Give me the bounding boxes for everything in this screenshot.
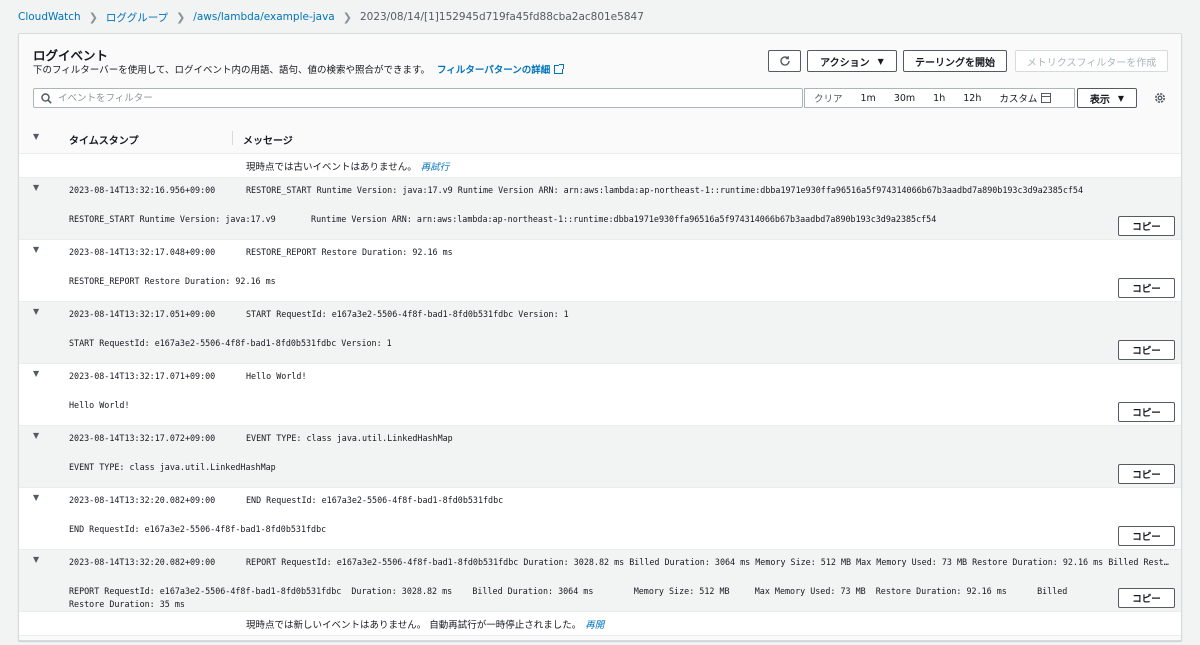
range-12h[interactable]: 12h xyxy=(954,93,990,104)
older-events-notice-text: 現時点では古いイベントはありません。 再試行 xyxy=(246,159,449,173)
column-divider xyxy=(232,131,233,145)
older-events-text: 現時点では古いイベントはありません。 xyxy=(246,162,417,173)
caret-down-icon: ▼ xyxy=(1117,93,1125,103)
table-row[interactable]: ▼ 2023-08-14T13:32:20.082+09:00 END Requ… xyxy=(19,488,1181,550)
actions-button[interactable]: アクション ▼ xyxy=(807,50,897,72)
log-events-panel: ログイベント 下のフィルターバーを使用して、ログイベント内の用語、語句、値の検索… xyxy=(18,33,1182,641)
filter-pattern-link-label: フィルターパターンの詳細 xyxy=(437,65,551,76)
row-timestamp: 2023-08-14T13:32:17.071+09:00 xyxy=(69,371,216,381)
table-row[interactable]: ▼ 2023-08-14T13:32:17.048+09:00 RESTORE_… xyxy=(19,240,1181,302)
create-metric-filter-label: メトリクスフィルターを作成 xyxy=(1026,57,1157,69)
collapse-triangle-icon[interactable]: ▼ xyxy=(33,493,39,502)
refresh-icon xyxy=(779,56,790,66)
range-custom[interactable]: カスタム xyxy=(990,91,1060,105)
copy-button[interactable]: コピー xyxy=(1118,526,1175,546)
breadcrumb-log-group[interactable]: /aws/lambda/example-java xyxy=(193,11,334,23)
row-message: Hello World! xyxy=(246,371,307,381)
display-button[interactable]: 表示 ▼ xyxy=(1077,88,1137,108)
copy-button[interactable]: コピー xyxy=(1118,588,1175,608)
caret-down-icon: ▼ xyxy=(877,56,884,66)
row-message: END RequestId: e167a3e2-5506-4f8f-bad1-8… xyxy=(246,495,504,505)
range-1m[interactable]: 1m xyxy=(852,93,885,104)
copy-button[interactable]: コピー xyxy=(1118,340,1175,360)
breadcrumb-current: 2023/08/14/[1]152945d719fa45fd88cba2ac80… xyxy=(359,11,644,23)
collapse-triangle-icon[interactable]: ▼ xyxy=(33,245,39,254)
row-detail: Hello World! xyxy=(69,400,130,410)
row-timestamp: 2023-08-14T13:32:17.051+09:00 xyxy=(69,309,216,319)
breadcrumb: CloudWatch ❯ ロググループ ❯ /aws/lambda/exampl… xyxy=(18,8,644,26)
newer-events-notice: 現時点では新しいイベントはありません。 自動再試行が一時停止されました。 再開 xyxy=(19,612,1181,636)
start-tailing-label: テーリングを開始 xyxy=(915,57,995,69)
row-timestamp: 2023-08-14T13:32:17.048+09:00 xyxy=(69,247,216,257)
collapse-triangle-icon[interactable]: ▼ xyxy=(33,431,39,440)
row-detail: EVENT TYPE: class java.util.LinkedHashMa… xyxy=(69,462,276,472)
filter-events-input[interactable] xyxy=(58,91,788,106)
refresh-button[interactable] xyxy=(768,50,801,72)
chevron-right-icon: ❯ xyxy=(342,10,352,24)
breadcrumb-cloudwatch[interactable]: CloudWatch xyxy=(18,11,81,23)
display-label: 表示 xyxy=(1089,94,1110,106)
create-metric-filter-button[interactable]: メトリクスフィルターを作成 xyxy=(1015,50,1168,72)
row-detail: RESTORE_START Runtime Version: java:17.v… xyxy=(69,214,937,224)
panel-description-text: 下のフィルターバーを使用して、ログイベント内の用語、語句、値の検索や照合ができま… xyxy=(33,65,431,76)
table-row[interactable]: ▼ 2023-08-14T13:32:16.956+09:00 RESTORE_… xyxy=(19,178,1181,240)
table-row[interactable]: ▼ 2023-08-14T13:32:17.051+09:00 START Re… xyxy=(19,302,1181,364)
log-events-table: ▼ タイムスタンプ メッセージ 現時点では古いイベントはありません。 再試行 ▼ … xyxy=(19,122,1181,636)
external-link-icon xyxy=(554,64,565,74)
collapse-triangle-icon[interactable]: ▼ xyxy=(33,183,39,192)
search-icon xyxy=(41,93,52,104)
range-1h[interactable]: 1h xyxy=(924,93,954,104)
older-events-notice: 現時点では古いイベントはありません。 再試行 xyxy=(19,154,1181,178)
row-detail: START RequestId: e167a3e2-5506-4f8f-bad1… xyxy=(69,338,392,348)
row-message: RESTORE_START Runtime Version: java:17.v… xyxy=(246,185,1084,195)
chevron-right-icon: ❯ xyxy=(176,10,186,24)
row-message: START RequestId: e167a3e2-5506-4f8f-bad1… xyxy=(246,309,569,319)
copy-button[interactable]: コピー xyxy=(1118,216,1175,236)
filter-search-box xyxy=(33,88,803,108)
table-row[interactable]: ▼ 2023-08-14T13:32:17.072+09:00 EVENT TY… xyxy=(19,426,1181,488)
newer-events-notice-text: 現時点では新しいイベントはありません。 自動再試行が一時停止されました。 再開 xyxy=(246,617,604,631)
expand-all-toggle[interactable]: ▼ xyxy=(33,132,39,141)
row-detail: REPORT RequestId: e167a3e2-5506-4f8f-bad… xyxy=(69,586,1073,609)
collapse-triangle-icon[interactable]: ▼ xyxy=(33,307,39,316)
row-timestamp: 2023-08-14T13:32:20.082+09:00 xyxy=(69,557,216,567)
row-timestamp: 2023-08-14T13:32:17.072+09:00 xyxy=(69,433,216,443)
row-timestamp: 2023-08-14T13:32:20.082+09:00 xyxy=(69,495,216,505)
table-header: ▼ タイムスタンプ メッセージ xyxy=(19,122,1181,154)
panel-description: 下のフィルターバーを使用して、ログイベント内の用語、語句、値の検索や照合ができま… xyxy=(33,62,565,76)
copy-button[interactable]: コピー xyxy=(1118,464,1175,484)
row-message: RESTORE_REPORT Restore Duration: 92.16 m… xyxy=(246,247,453,257)
copy-button[interactable]: コピー xyxy=(1118,278,1175,298)
clear-range-button[interactable]: クリア xyxy=(805,91,852,105)
collapse-triangle-icon[interactable]: ▼ xyxy=(33,555,39,564)
gear-icon[interactable] xyxy=(1153,91,1167,105)
column-header-message[interactable]: メッセージ xyxy=(243,132,293,147)
log-rows: ▼ 2023-08-14T13:32:16.956+09:00 RESTORE_… xyxy=(19,178,1181,612)
column-header-timestamp[interactable]: タイムスタンプ xyxy=(69,132,139,147)
table-row[interactable]: ▼ 2023-08-14T13:32:20.082+09:00 REPORT R… xyxy=(19,550,1181,612)
calendar-icon xyxy=(1041,93,1052,103)
panel-header: ログイベント 下のフィルターバーを使用して、ログイベント内の用語、語句、値の検索… xyxy=(19,34,1181,80)
row-message: REPORT RequestId: e167a3e2-5506-4f8f-bad… xyxy=(246,557,1171,567)
filter-pattern-link[interactable]: フィルターパターンの詳細 xyxy=(437,64,565,76)
table-row[interactable]: ▼ 2023-08-14T13:32:17.071+09:00 Hello Wo… xyxy=(19,364,1181,426)
resume-link[interactable]: 再開 xyxy=(585,620,604,631)
breadcrumb-log-groups[interactable]: ロググループ xyxy=(106,10,168,25)
range-30m[interactable]: 30m xyxy=(885,93,924,104)
row-detail: END RequestId: e167a3e2-5506-4f8f-bad1-8… xyxy=(69,524,327,534)
row-timestamp: 2023-08-14T13:32:16.956+09:00 xyxy=(69,185,216,195)
row-detail: RESTORE_REPORT Restore Duration: 92.16 m… xyxy=(69,276,276,286)
actions-label: アクション xyxy=(820,57,870,69)
range-custom-label: カスタム xyxy=(999,94,1038,105)
newer-events-text: 現時点では新しいイベントはありません。 自動再試行が一時停止されました。 xyxy=(246,620,582,631)
retry-link[interactable]: 再試行 xyxy=(421,162,450,173)
chevron-right-icon: ❯ xyxy=(88,10,98,24)
time-range-selector: クリア 1m 30m 1h 12h カスタム xyxy=(804,88,1075,108)
collapse-triangle-icon[interactable]: ▼ xyxy=(33,369,39,378)
copy-button[interactable]: コピー xyxy=(1118,402,1175,422)
row-message: EVENT TYPE: class java.util.LinkedHashMa… xyxy=(246,433,453,443)
start-tailing-button[interactable]: テーリングを開始 xyxy=(903,50,1007,72)
